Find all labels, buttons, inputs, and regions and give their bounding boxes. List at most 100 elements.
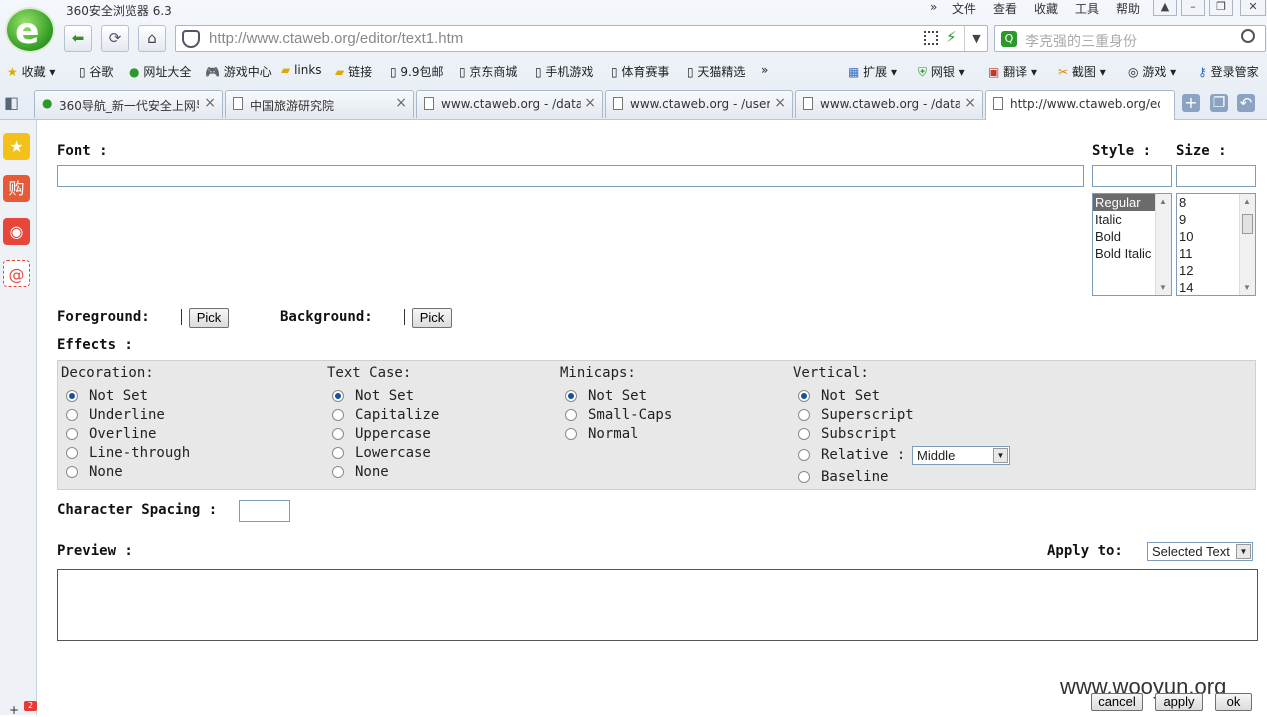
menu-view[interactable]: 查看 <box>993 0 1017 17</box>
bookmark-url-directory[interactable]: ● 网址大全 <box>129 63 191 80</box>
sidebar-toggle-icon[interactable]: ◧ <box>4 93 19 112</box>
minicaps-small-caps-radio[interactable] <box>565 409 577 421</box>
bookmark-free-shipping[interactable]: ▯ 9.9包邮 <box>390 63 444 80</box>
background-swatch[interactable] <box>404 309 405 325</box>
skin-icon[interactable]: ▲ <box>1153 0 1177 16</box>
character-spacing-input[interactable] <box>239 500 290 522</box>
toolbar-games[interactable]: ◎ 游戏 ▾ <box>1128 63 1176 80</box>
address-bar[interactable]: http://www.ctaweb.org/editor/text1.htm ⚡… <box>175 25 988 52</box>
vertical-relative-radio[interactable] <box>798 449 810 461</box>
background-pick-button[interactable]: Pick <box>412 308 452 328</box>
text-case-uppercase-radio[interactable] <box>332 428 344 440</box>
search-icon[interactable] <box>1241 29 1255 43</box>
undo-close-icon[interactable]: ↶ <box>1237 94 1255 112</box>
bookmark-game-center[interactable]: 🎮 游戏中心 <box>205 63 272 80</box>
minicaps-not-set-radio[interactable] <box>565 390 577 402</box>
new-tab-icon[interactable]: + <box>1182 94 1200 112</box>
style-input[interactable] <box>1092 165 1172 187</box>
apply-button[interactable]: apply <box>1155 693 1203 711</box>
vertical-subscript-radio[interactable] <box>798 428 810 440</box>
menu-tools[interactable]: 工具 <box>1075 0 1099 17</box>
toolbar-translate[interactable]: ▣ 翻译 ▾ <box>988 63 1037 80</box>
bookmark-favorites[interactable]: ★ 收藏 ▾ <box>7 63 55 80</box>
home-button[interactable]: ⌂ <box>138 25 166 52</box>
bookmark-tmall[interactable]: ▯ 天猫精选 <box>687 63 745 80</box>
browser-logo-icon[interactable]: e <box>5 7 55 53</box>
style-listbox[interactable]: Regular Italic Bold Bold Italic ▲ ▼ <box>1092 193 1172 296</box>
decoration-overline-radio[interactable] <box>66 428 78 440</box>
text-case-capitalize-radio[interactable] <box>332 409 344 421</box>
bookmark-sports[interactable]: ▯ 体育赛事 <box>611 63 669 80</box>
minimize-icon[interactable]: – <box>1181 0 1205 16</box>
lightning-icon[interactable]: ⚡ <box>946 28 957 46</box>
toolbar-screenshot[interactable]: ✂ 截图 ▾ <box>1058 63 1106 80</box>
tab-close-icon[interactable]: × <box>395 95 407 111</box>
text-case-lowercase-radio[interactable] <box>332 447 344 459</box>
tab-close-icon[interactable]: × <box>964 95 976 111</box>
menu-favorites[interactable]: 收藏 <box>1034 0 1058 17</box>
toolbar-extensions[interactable]: ▦ 扩展 ▾ <box>848 63 897 80</box>
search-input[interactable]: 李克强的三重身份 <box>1025 31 1137 51</box>
apply-to-select[interactable]: Selected Text ▼ <box>1147 542 1253 561</box>
menu-help[interactable]: 帮助 <box>1116 0 1140 17</box>
tab-ctaweb-user[interactable]: www.ctaweb.org - /user/ × <box>605 90 793 118</box>
mail-icon[interactable]: @ <box>3 260 30 287</box>
foreground-pick-button[interactable]: Pick <box>189 308 229 328</box>
chevron-down-icon[interactable]: ▼ <box>993 448 1008 463</box>
address-dropdown-icon[interactable]: ▼ <box>964 26 988 51</box>
text-case-not-set-radio[interactable] <box>332 390 344 402</box>
tab-cta[interactable]: 中国旅游研究院 × <box>225 90 414 118</box>
cancel-button[interactable]: cancel <box>1091 693 1143 711</box>
tab-list-icon[interactable]: ❐ <box>1210 94 1228 112</box>
chevron-down-icon[interactable]: ▼ <box>1236 544 1251 559</box>
tab-360-nav[interactable]: ● 360导航_新一代安全上网导航 × <box>34 90 223 118</box>
font-input[interactable] <box>57 165 1084 187</box>
bookmark-link-folder[interactable]: ▰ 链接 <box>335 63 372 80</box>
bookmark-jd[interactable]: ▯ 京东商城 <box>459 63 517 80</box>
shopping-icon[interactable]: 购 <box>3 175 30 202</box>
style-scrollbar[interactable]: ▲ ▼ <box>1155 194 1171 295</box>
minicaps-normal-radio[interactable] <box>565 428 577 440</box>
size-scrollbar[interactable]: ▲ ▼ <box>1239 194 1255 295</box>
tab-close-icon[interactable]: × <box>774 95 786 111</box>
scroll-thumb[interactable] <box>1242 214 1253 234</box>
search-box[interactable]: Q 李克强的三重身份 <box>994 25 1266 52</box>
toolbar-ebank[interactable]: ⛨ 网银 ▾ <box>918 63 965 80</box>
vertical-baseline-radio[interactable] <box>798 471 810 483</box>
security-shield-icon[interactable] <box>182 30 200 48</box>
ok-button[interactable]: ok <box>1215 693 1252 711</box>
preview-label: Preview : <box>57 543 133 559</box>
address-url[interactable]: http://www.ctaweb.org/editor/text1.htm <box>209 30 463 47</box>
tab-editor-active[interactable]: http://www.ctaweb.org/editor/text1.htm <box>985 90 1175 120</box>
restore-icon[interactable]: ❐ <box>1209 0 1233 16</box>
toolbar-login-manager[interactable]: ⚷ 登录管家 <box>1198 63 1259 80</box>
foreground-swatch[interactable] <box>181 309 182 325</box>
vertical-superscript-radio[interactable] <box>798 409 810 421</box>
decoration-none-radio[interactable] <box>66 466 78 478</box>
qrcode-icon[interactable] <box>924 31 938 45</box>
vertical-not-set-radio[interactable] <box>798 390 810 402</box>
tab-close-icon[interactable]: × <box>584 95 596 111</box>
bookmark-links[interactable]: ▰ links <box>281 63 322 77</box>
bookmarks-more[interactable]: » <box>761 63 768 77</box>
tab-close-icon[interactable]: × <box>204 95 216 111</box>
tab-ctaweb-data-2[interactable]: www.ctaweb.org - /data/ × <box>795 90 983 118</box>
menu-more[interactable]: » <box>930 0 937 14</box>
bookmark-google[interactable]: ▯ 谷歌 <box>79 63 113 80</box>
decoration-line-through-radio[interactable] <box>66 447 78 459</box>
size-input[interactable] <box>1176 165 1256 187</box>
size-listbox[interactable]: 8 9 10 11 12 14 ▲ ▼ <box>1176 193 1256 296</box>
decoration-not-set-radio[interactable] <box>66 390 78 402</box>
search-engine-icon[interactable]: Q <box>1001 31 1017 47</box>
star-icon[interactable]: ★ <box>3 133 30 160</box>
text-case-none-radio[interactable] <box>332 466 344 478</box>
decoration-underline-radio[interactable] <box>66 409 78 421</box>
weibo-icon[interactable]: ◉ <box>3 218 30 245</box>
tab-ctaweb-data[interactable]: www.ctaweb.org - /data/ × <box>416 90 603 118</box>
refresh-button[interactable]: ⟳ <box>101 25 129 52</box>
menu-file[interactable]: 文件 <box>952 0 976 17</box>
close-window-icon[interactable]: ✕ <box>1240 0 1266 16</box>
bookmark-mobile-games[interactable]: ▯ 手机游戏 <box>535 63 593 80</box>
back-button[interactable]: ⬅ <box>64 25 92 52</box>
vertical-relative-select[interactable]: Middle ▼ <box>912 446 1010 465</box>
